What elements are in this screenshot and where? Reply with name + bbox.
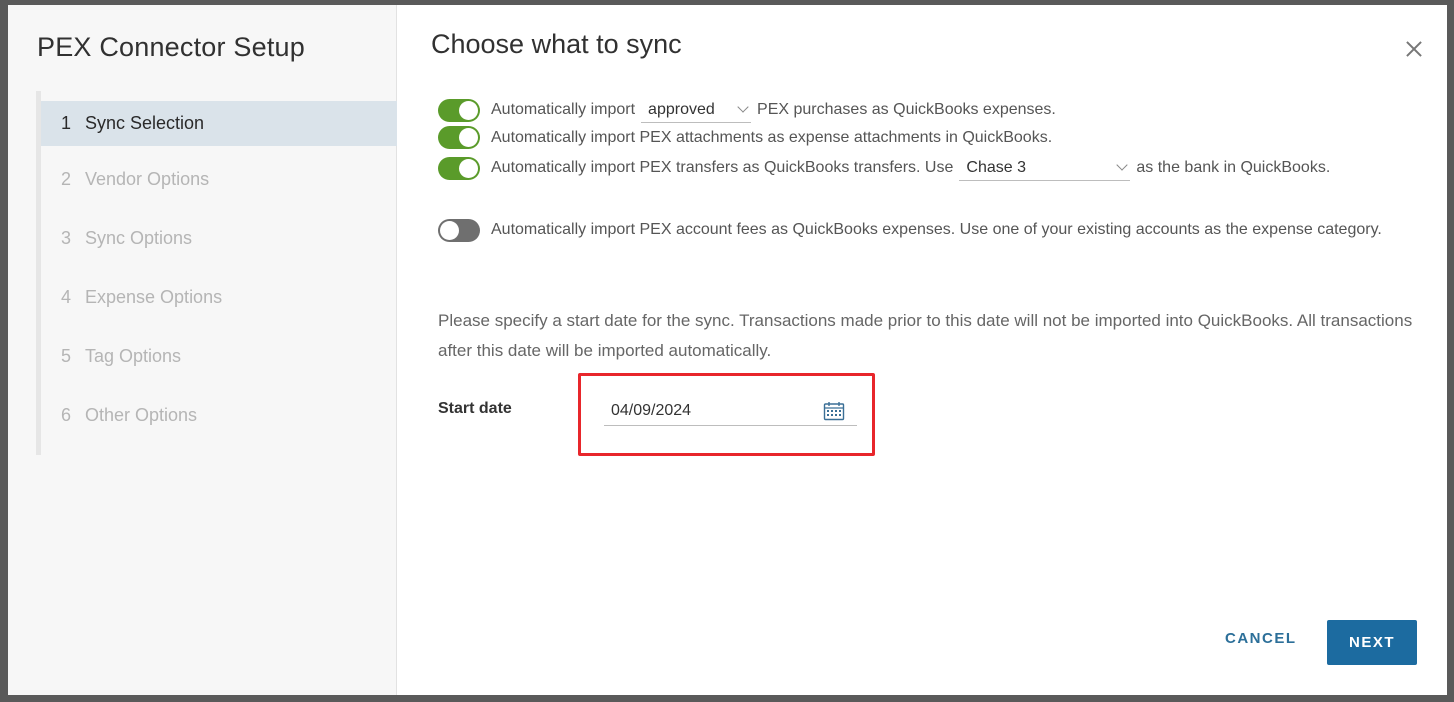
- close-icon[interactable]: [1403, 38, 1425, 60]
- purchases-prefix: Automatically import: [491, 101, 636, 118]
- option-purchases: Automatically import approved PEX purcha…: [438, 97, 1056, 123]
- step-number: 2: [61, 169, 72, 189]
- start-date-input[interactable]: 04/09/2024: [604, 396, 857, 426]
- transfers-toggle[interactable]: [438, 156, 480, 180]
- bank-account-select[interactable]: Chase 3: [959, 155, 1131, 181]
- step-vendor-options[interactable]: 2 Vendor Options: [41, 150, 397, 209]
- calendar-icon[interactable]: [823, 401, 845, 421]
- sidebar-title: PEX Connector Setup: [37, 32, 305, 62]
- purchases-toggle[interactable]: [438, 98, 480, 122]
- step-label: Sync Selection: [85, 113, 205, 133]
- step-number: 6: [61, 405, 72, 425]
- transfers-prefix: Automatically import PEX transfers as Qu…: [491, 159, 954, 176]
- step-number: 5: [61, 346, 72, 366]
- fees-toggle[interactable]: [438, 219, 480, 242]
- fees-text: Automatically import PEX account fees as…: [491, 221, 1382, 238]
- bank-account-value: Chase 3: [966, 158, 1026, 176]
- step-number: 4: [61, 287, 72, 307]
- next-button[interactable]: NEXT: [1327, 620, 1417, 665]
- step-expense-options[interactable]: 4 Expense Options: [41, 268, 397, 327]
- setup-dialog: PEX Connector Setup 1 Sync Selection 2 V…: [8, 5, 1447, 695]
- purchases-suffix: PEX purchases as QuickBooks expenses.: [757, 101, 1056, 118]
- step-number: 1: [61, 113, 72, 133]
- step-label: Vendor Options: [85, 169, 210, 189]
- purchase-status-value: approved: [648, 100, 715, 118]
- purchase-status-select[interactable]: approved: [641, 97, 752, 123]
- step-tag-options[interactable]: 5 Tag Options: [41, 327, 397, 386]
- transfers-suffix: as the bank in QuickBooks.: [1136, 159, 1331, 176]
- step-other-options[interactable]: 6 Other Options: [41, 386, 397, 445]
- attachments-text: Automatically import PEX attachments as …: [491, 128, 1053, 146]
- toggle-knob: [459, 128, 478, 147]
- step-sync-selection[interactable]: 1 Sync Selection: [41, 101, 397, 146]
- toggle-knob: [459, 158, 478, 178]
- step-label: Other Options: [85, 405, 198, 425]
- attachments-toggle[interactable]: [438, 126, 480, 149]
- step-label: Sync Options: [85, 228, 193, 248]
- step-number: 3: [61, 228, 72, 248]
- chevron-down-icon: [737, 101, 749, 113]
- toggle-knob: [440, 221, 459, 240]
- step-label: Tag Options: [85, 346, 182, 366]
- page-title: Choose what to sync: [431, 29, 682, 59]
- cancel-button[interactable]: CANCEL: [1225, 630, 1297, 647]
- option-attachments: Automatically import PEX attachments as …: [438, 126, 1052, 149]
- start-date-label: Start date: [438, 400, 512, 417]
- steps-list: 1 Sync Selection 2 Vendor Options 3 Sync…: [36, 91, 397, 455]
- chevron-down-icon: [1116, 159, 1129, 171]
- main-panel: Choose what to sync Automatically import…: [397, 5, 1447, 695]
- sidebar: PEX Connector Setup 1 Sync Selection 2 V…: [8, 5, 397, 695]
- step-label: Expense Options: [85, 287, 223, 307]
- toggle-knob: [459, 100, 478, 120]
- option-fees: Automatically import PEX account fees as…: [438, 215, 1401, 245]
- start-date-value: 04/09/2024: [611, 401, 692, 419]
- step-sync-options[interactable]: 3 Sync Options: [41, 209, 397, 268]
- option-transfers: Automatically import PEX transfers as Qu…: [438, 155, 1330, 181]
- start-date-note: Please specify a start date for the sync…: [438, 311, 1413, 360]
